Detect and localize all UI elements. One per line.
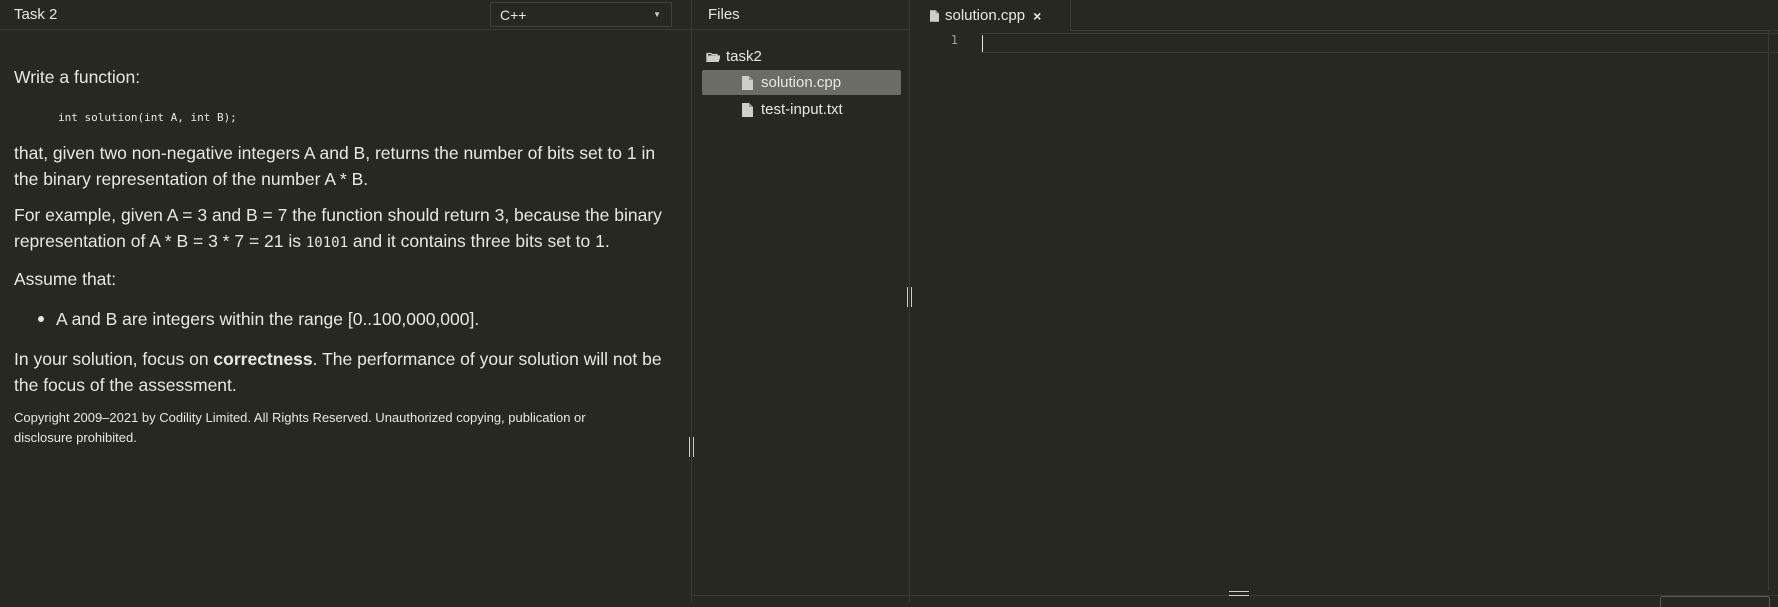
description-line-1: that, given two non-negative integers A …: [14, 143, 656, 163]
file-icon: [742, 102, 753, 117]
tab-solution-cpp[interactable]: solution.cpp ×: [910, 0, 1071, 31]
folder-label: task2: [726, 48, 762, 65]
assume-heading: Assume that:: [14, 269, 117, 289]
code-editor[interactable]: [970, 33, 1770, 594]
copyright-line-2: disclosure prohibited.: [14, 430, 137, 445]
chevron-down-icon: ▼: [653, 10, 661, 19]
bullet-icon: [38, 316, 44, 322]
description-line-2: the binary representation of the number …: [14, 169, 369, 189]
files-panel: Files task2 solution.cpp test-input.txt: [692, 0, 910, 602]
language-value: C++: [500, 6, 527, 23]
language-select[interactable]: C++ ▼: [490, 2, 672, 27]
bottom-splitter-handle[interactable]: [1229, 591, 1249, 596]
focus-paragraph: In your solution, focus on correctness. …: [14, 346, 677, 398]
editor-scrollbar[interactable]: [1768, 31, 1778, 591]
editor-panel: solution.cpp × 1: [910, 0, 1778, 602]
focus-line-2: the focus of the assessment.: [14, 375, 237, 395]
focus-pre: In your solution, focus on: [14, 349, 214, 369]
close-icon[interactable]: ×: [1033, 8, 1041, 24]
tab-bar-divider: [1071, 30, 1778, 31]
example-binary-code: 10101: [305, 235, 349, 251]
line-number: 1: [950, 33, 958, 47]
copyright-notice: Copyright 2009–2021 by Codility Limited.…: [14, 408, 677, 448]
folder-open-icon: [706, 52, 720, 62]
assumptions-list: A and B are integers within the range [0…: [14, 306, 677, 332]
tab-label: solution.cpp: [945, 7, 1026, 24]
file-item-solution-cpp[interactable]: solution.cpp: [702, 70, 901, 95]
line-number-gutter: 1: [910, 33, 958, 47]
description-paragraph: that, given two non-negative integers A …: [14, 140, 677, 192]
example-line-2-post: and it contains three bits set to 1.: [348, 231, 610, 251]
task-header: Task 2 C++ ▼: [0, 0, 691, 30]
example-paragraph: For example, given A = 3 and B = 7 the f…: [14, 202, 677, 256]
task-description: Write a function: int solution(int A, in…: [0, 30, 691, 448]
task-title: Task 2: [14, 6, 58, 23]
assumption-text: A and B are integers within the range [0…: [56, 309, 480, 329]
copyright-line-1: Copyright 2009–2021 by Codility Limited.…: [14, 410, 586, 425]
assumption-item: A and B are integers within the range [0…: [14, 306, 677, 332]
example-line-1: For example, given A = 3 and B = 7 the f…: [14, 205, 662, 225]
file-item-test-input-txt[interactable]: test-input.txt: [702, 97, 901, 122]
example-line-2-pre: representation of A * B = 3 * 7 = 21 is: [14, 231, 306, 251]
file-icon: [930, 9, 939, 22]
task-panel: Task 2 C++ ▼ Write a function: int solut…: [0, 0, 692, 602]
function-signature: int solution(int A, int B);: [58, 111, 237, 124]
folder-task2[interactable]: task2: [692, 44, 909, 69]
focus-post: . The performance of your solution will …: [312, 349, 662, 369]
file-tree: task2 solution.cpp test-input.txt: [692, 30, 909, 122]
focus-bold: correctness: [213, 349, 313, 369]
files-title: Files: [708, 6, 740, 23]
intro-text: Write a function:: [14, 67, 141, 87]
file-icon: [742, 75, 753, 90]
files-header: Files: [692, 0, 909, 30]
file-label: solution.cpp: [761, 74, 842, 91]
file-label: test-input.txt: [761, 101, 843, 118]
